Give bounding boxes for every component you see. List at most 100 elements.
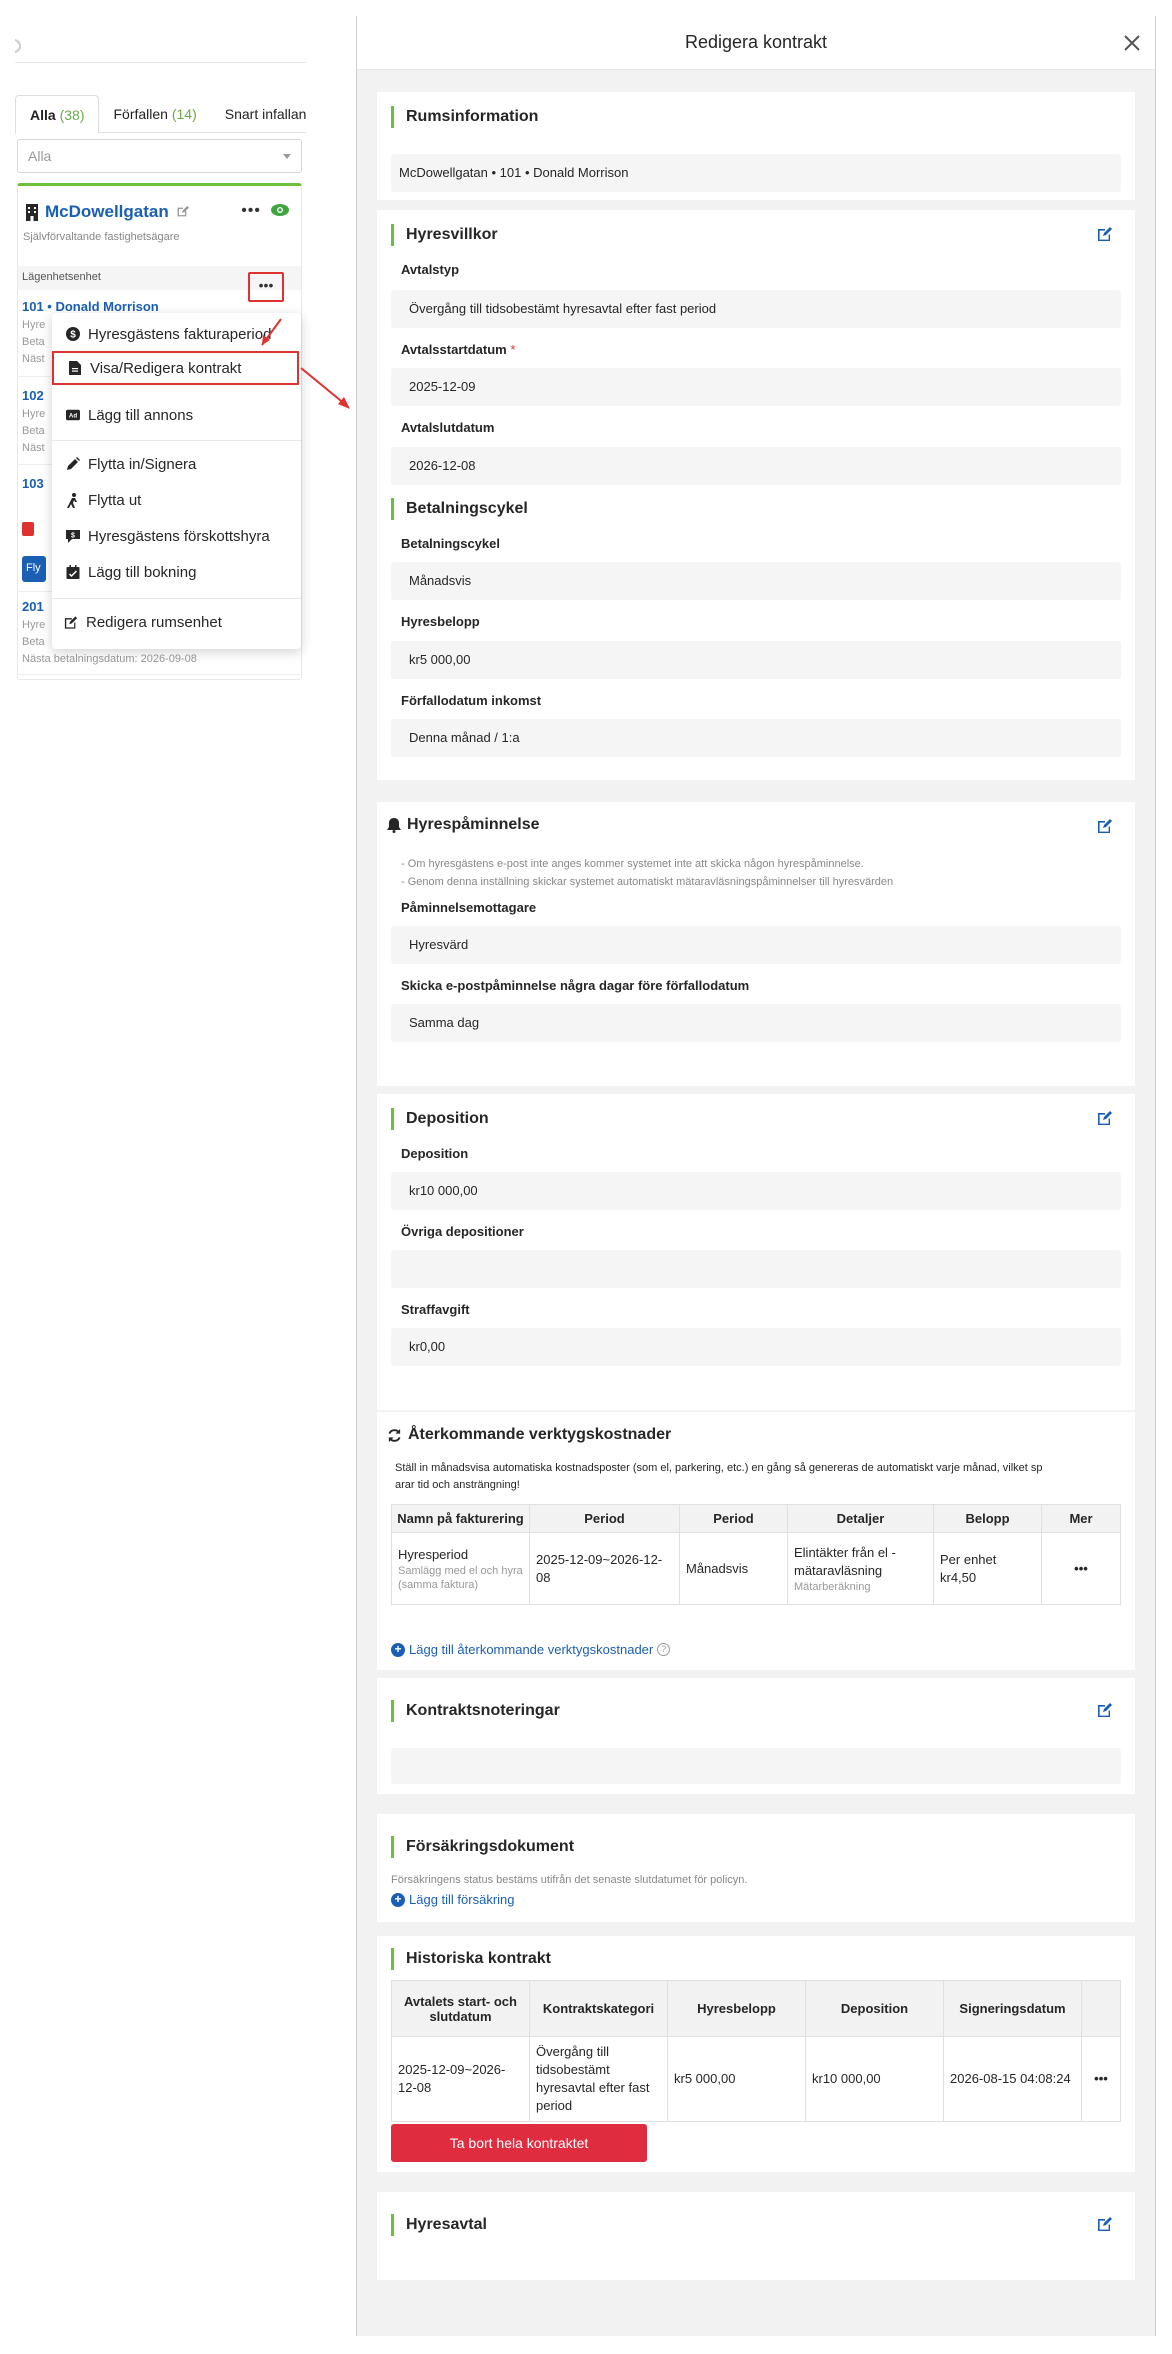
unit-201-line3: Nästa betalningsdatum: 2026-09-08 xyxy=(22,653,197,665)
deposit-field[interactable]: kr10 000,00 xyxy=(391,1172,1121,1210)
menu-label: Hyresgästens fakturaperiod xyxy=(88,325,272,343)
tab-all[interactable]: Alla (38) xyxy=(15,95,100,134)
room-info-title: Rumsinformation xyxy=(391,106,538,128)
menu-item-invoice-period[interactable]: $ Hyresgästens fakturaperiod xyxy=(52,317,301,351)
accent-bar xyxy=(391,2214,394,2236)
lease-section: Hyresavtal xyxy=(377,2192,1135,2280)
utility-cycle: Månadsvis xyxy=(679,1532,788,1605)
menu-item-edit-unit[interactable]: Redigera rumsenhet xyxy=(52,605,301,639)
utility-details: Elintäkter från el - mätaravläsning xyxy=(794,1544,896,1578)
utility-more-button[interactable]: ••• xyxy=(1041,1532,1121,1605)
unit-103-title[interactable]: 103 xyxy=(22,476,44,491)
end-date-label: Avtalslutdatum xyxy=(401,420,495,435)
reminder-days-field[interactable]: Samma dag xyxy=(391,1004,1121,1042)
cycle-field[interactable]: Månadsvis xyxy=(391,562,1121,600)
table-row: Hyresperiod Samlägg med el och hyra (samm… xyxy=(391,1532,1121,1605)
start-date-field[interactable]: 2025-12-09 xyxy=(391,368,1121,406)
column-header: Belopp xyxy=(933,1504,1042,1533)
reminder-note-1: - Om hyresgästens e-post inte anges komm… xyxy=(401,858,864,870)
filter-select[interactable]: Alla xyxy=(17,139,302,173)
add-utility-label: Lägg till återkommande verktygskostnader xyxy=(409,1642,654,1657)
column-header: Kontraktskategori xyxy=(529,1980,668,2037)
section-title: Hyrespåminnelse xyxy=(407,816,540,833)
add-insurance-link[interactable]: + Lägg till försäkring xyxy=(391,1892,515,1907)
add-utility-link[interactable]: + Lägg till återkommande verktygskostnade… xyxy=(391,1642,671,1657)
room-info-value: McDowellgatan • 101 • Donald Morrison xyxy=(391,154,1121,192)
property-title[interactable]: McDowellgatan xyxy=(25,202,189,222)
rent-amount-field[interactable]: kr5 000,00 xyxy=(391,641,1121,679)
svg-text:$: $ xyxy=(70,330,76,341)
menu-item-add-ad[interactable]: Ad Lägg till annons xyxy=(52,398,301,432)
unit-102-title[interactable]: 102 xyxy=(22,388,44,403)
section-title: Deposition xyxy=(406,1110,489,1127)
unit-101-title[interactable]: 101 • Donald Morrison xyxy=(22,299,159,314)
prepay-icon: $ xyxy=(66,530,80,543)
utility-amount: Per enhet kr4,50 xyxy=(933,1532,1042,1605)
contract-type-field[interactable]: Övergång till tidsobestämt hyresavtal ef… xyxy=(391,290,1121,328)
menu-item-view-edit-contract[interactable]: Visa/Redigera kontrakt xyxy=(52,351,299,385)
back-circle-icon[interactable] xyxy=(15,39,21,53)
left-topbar xyxy=(15,15,306,63)
move-in-label: Fly xyxy=(26,562,41,574)
other-deposits-field[interactable] xyxy=(391,1250,1121,1288)
reminder-section: Hyrespåminnelse - Om hyresgästens e-post… xyxy=(377,802,1135,1086)
menu-item-prepay[interactable]: $ Hyresgästens förskottshyra xyxy=(52,519,301,553)
menu-divider xyxy=(52,598,301,599)
utilities-title: Återkommande verktygskostnader xyxy=(387,1426,671,1444)
unit-201-title[interactable]: 201 xyxy=(22,599,44,614)
accent-bar xyxy=(391,1948,394,1970)
section-title: Återkommande verktygskostnader xyxy=(408,1426,672,1443)
menu-item-move-out[interactable]: Flytta ut xyxy=(52,483,301,517)
lease-title: Hyresavtal xyxy=(391,2214,487,2236)
column-header: Avtalets start- och slutdatum xyxy=(391,1980,530,2037)
edit-icon[interactable] xyxy=(1097,1110,1113,1126)
end-date-field[interactable]: 2026-12-08 xyxy=(391,447,1121,485)
unit-102-line2: Beta xyxy=(22,425,45,437)
edit-icon[interactable] xyxy=(1097,1702,1113,1718)
tab-overdue[interactable]: Förfallen (14) xyxy=(99,95,210,133)
history-signed: 2026-08-15 04:08:24 xyxy=(943,2036,1082,2122)
property-more-icon[interactable]: ••• xyxy=(241,202,261,220)
column-header: Signeringsdatum xyxy=(943,1980,1082,2037)
column-header: Period xyxy=(679,1504,788,1533)
rent-amount-label: Hyresbelopp xyxy=(401,614,480,629)
column-header: Period xyxy=(529,1504,680,1533)
eye-icon[interactable] xyxy=(271,204,289,216)
deposit-title: Deposition xyxy=(391,1108,489,1130)
filter-value: Alla xyxy=(28,148,52,164)
edit-icon[interactable] xyxy=(1097,226,1113,242)
plus-circle-icon: + xyxy=(391,1642,405,1657)
menu-item-move-in[interactable]: Flytta in/Signera xyxy=(52,447,301,481)
property-name[interactable]: McDowellgatan xyxy=(45,202,169,222)
cycle-label: Betalningscykel xyxy=(401,536,500,551)
section-title: Historiska kontrakt xyxy=(406,1950,551,1967)
plus-circle-icon: + xyxy=(391,1892,405,1907)
history-dates: 2025-12-09~2026-12-08 xyxy=(391,2036,530,2122)
history-more-button[interactable]: ••• xyxy=(1081,2036,1121,2122)
recipient-field[interactable]: Hyresvärd xyxy=(391,926,1121,964)
close-icon[interactable] xyxy=(1123,34,1141,52)
menu-label: Visa/Redigera kontrakt xyxy=(90,359,242,377)
tab-upcoming[interactable]: Snart infallan xyxy=(211,95,306,133)
delete-contract-button[interactable]: Ta bort hela kontraktet xyxy=(391,2124,647,2162)
help-icon[interactable]: ? xyxy=(657,1643,671,1656)
menu-item-booking[interactable]: Lägg till bokning xyxy=(52,555,301,589)
column-header: Hyresbelopp xyxy=(667,1980,806,2037)
tab-overdue-count: (14) xyxy=(171,106,197,122)
edit-icon[interactable] xyxy=(175,205,189,219)
notes-field[interactable] xyxy=(391,1748,1121,1784)
table-row: 2025-12-09~2026-12-08 Övergång till tids… xyxy=(391,2036,1121,2122)
section-title: Rumsinformation xyxy=(406,108,539,125)
building-icon xyxy=(26,203,38,221)
penalty-field[interactable]: kr0,00 xyxy=(391,1328,1121,1366)
section-title: Kontraktsnoteringar xyxy=(406,1702,560,1719)
history-table: Avtalets start- och slutdatum Kontraktsk… xyxy=(391,1980,1121,2122)
chevron-down-icon xyxy=(283,154,291,159)
due-date-field[interactable]: Denna månad / 1:a xyxy=(391,719,1121,757)
edit-icon[interactable] xyxy=(1097,2216,1113,2232)
recipient-label: Påminnelsemottagare xyxy=(401,900,537,915)
insurance-section: Försäkringsdokument Försäkringens status… xyxy=(377,1814,1135,1922)
edit-icon[interactable] xyxy=(1097,818,1113,834)
move-in-button[interactable]: Fly xyxy=(22,556,46,582)
unit-more-button[interactable]: ••• xyxy=(248,272,284,302)
